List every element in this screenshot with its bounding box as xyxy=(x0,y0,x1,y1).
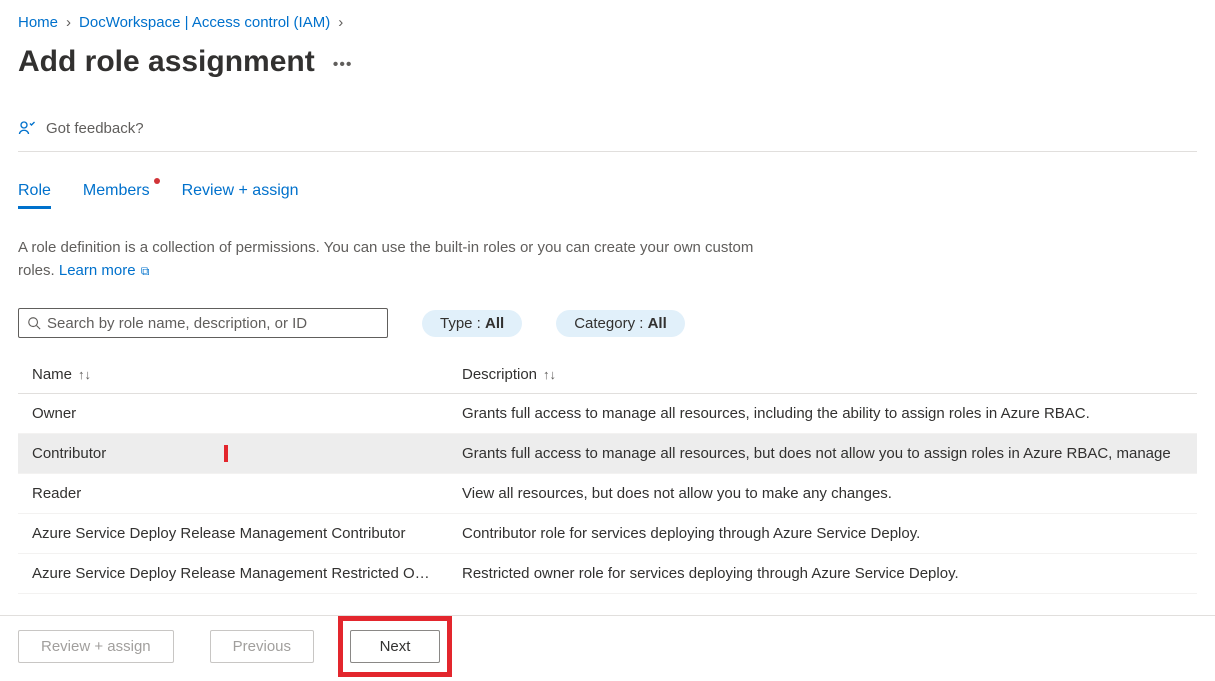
roles-table: Name ↑↓ Description ↑↓ OwnerGrants full … xyxy=(18,358,1197,594)
search-icon xyxy=(27,316,41,330)
column-header-description[interactable]: Description ↑↓ xyxy=(462,366,1197,383)
sort-icon: ↑↓ xyxy=(543,367,556,382)
external-link-icon: ⧉ xyxy=(138,264,150,278)
filter-category-pill[interactable]: Category : All xyxy=(556,310,685,337)
filter-category-value: All xyxy=(648,315,667,332)
table-row[interactable]: ReaderView all resources, but does not a… xyxy=(18,474,1197,514)
previous-button[interactable]: Previous xyxy=(210,630,314,663)
tab-members[interactable]: Members xyxy=(83,182,150,209)
breadcrumb: Home › DocWorkspace | Access control (IA… xyxy=(18,14,1197,31)
chevron-right-icon: › xyxy=(66,14,71,31)
filter-category-label: Category : xyxy=(574,315,647,332)
table-row[interactable]: Azure Service Deploy Release Management … xyxy=(18,554,1197,594)
tab-review-assign[interactable]: Review + assign xyxy=(182,182,299,209)
footer-bar: Review + assign Previous Next xyxy=(0,615,1215,681)
role-name-cell: Contributor xyxy=(32,445,462,462)
table-row[interactable]: Azure Service Deploy Release Management … xyxy=(18,514,1197,554)
chevron-right-icon: › xyxy=(338,14,343,31)
role-description-cell: Contributor role for services deploying … xyxy=(462,525,1197,542)
filter-type-value: All xyxy=(485,315,504,332)
search-input[interactable] xyxy=(47,315,379,332)
review-assign-button[interactable]: Review + assign xyxy=(18,630,174,663)
sort-icon: ↑↓ xyxy=(78,367,91,382)
filter-type-pill[interactable]: Type : All xyxy=(422,310,522,337)
breadcrumb-workspace[interactable]: DocWorkspace | Access control (IAM) xyxy=(79,14,330,31)
role-search-box[interactable] xyxy=(18,308,388,338)
table-row[interactable]: ContributorGrants full access to manage … xyxy=(18,434,1197,474)
highlight-box xyxy=(32,445,228,462)
role-description-text: A role definition is a collection of per… xyxy=(18,237,778,282)
feedback-link[interactable]: Got feedback? xyxy=(18,119,1197,152)
breadcrumb-home[interactable]: Home xyxy=(18,14,58,31)
tab-bar: Role Members Review + assign xyxy=(18,182,1197,209)
next-button[interactable]: Next xyxy=(350,630,440,663)
role-description-cell: Restricted owner role for services deplo… xyxy=(462,565,1197,582)
feedback-icon xyxy=(18,119,36,137)
role-name-cell: Reader xyxy=(32,485,462,502)
table-row[interactable]: OwnerGrants full access to manage all re… xyxy=(18,394,1197,434)
more-actions-icon[interactable]: ••• xyxy=(333,50,353,74)
column-header-name-label: Name xyxy=(32,366,72,383)
role-name-cell: Azure Service Deploy Release Management … xyxy=(32,565,462,582)
role-description-cell: Grants full access to manage all resourc… xyxy=(462,445,1197,462)
tab-members-label: Members xyxy=(83,182,150,199)
role-description-cell: Grants full access to manage all resourc… xyxy=(462,405,1197,422)
column-header-description-label: Description xyxy=(462,366,537,383)
feedback-label: Got feedback? xyxy=(46,120,144,137)
filter-type-label: Type : xyxy=(440,315,485,332)
tab-role[interactable]: Role xyxy=(18,182,51,209)
role-description-cell: View all resources, but does not allow y… xyxy=(462,485,1197,502)
page-title: Add role assignment xyxy=(18,45,315,79)
attention-dot-icon xyxy=(154,178,160,184)
column-header-name[interactable]: Name ↑↓ xyxy=(32,366,462,383)
role-name-cell: Azure Service Deploy Release Management … xyxy=(32,525,462,542)
learn-more-link[interactable]: Learn more ⧉ xyxy=(59,262,150,279)
role-name-cell: Owner xyxy=(32,405,462,422)
